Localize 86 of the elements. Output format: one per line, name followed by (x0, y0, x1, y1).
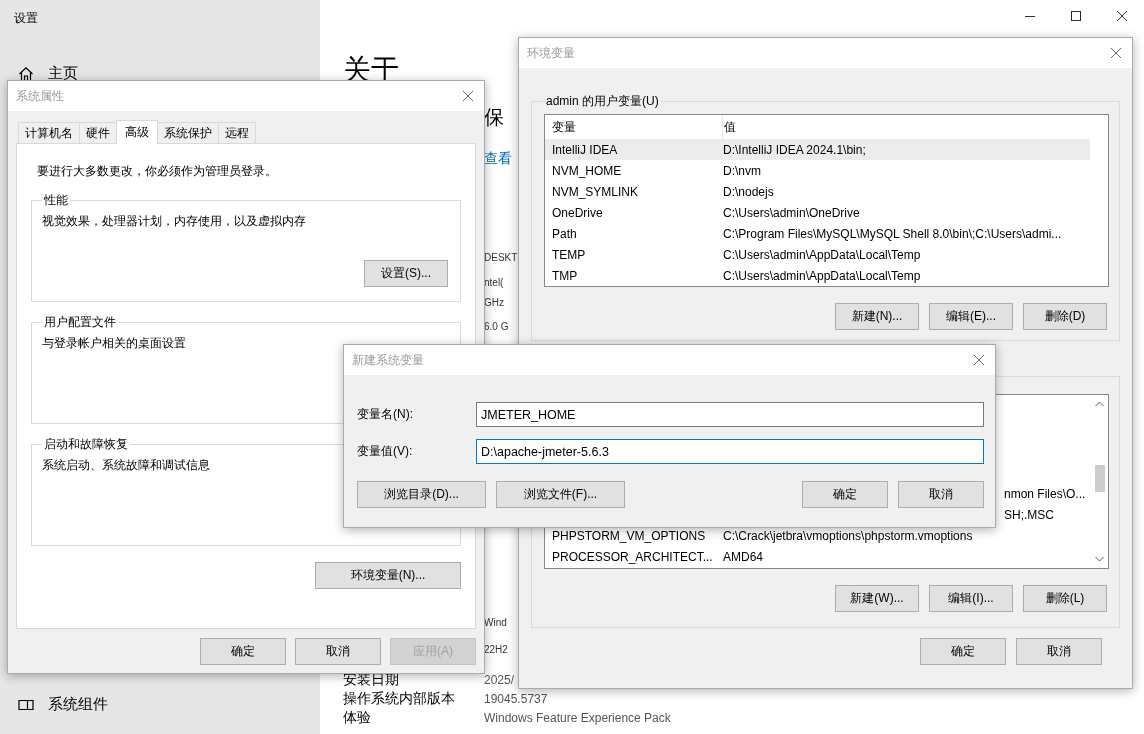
field-label: 变量名(N): (357, 406, 414, 423)
table-cell-text: IntelliJ IDEA (551, 142, 619, 157)
table-cell: C:\Users\admin\AppData\Local\Temp (722, 247, 921, 262)
group-title: admin 的用户变量(U) (545, 93, 660, 110)
group-title: 用户配置文件 (43, 314, 117, 331)
nav-item[interactable]: 系统组件 (18, 695, 320, 714)
dialog-button[interactable]: 确定 (920, 638, 1006, 665)
list-row[interactable]: Path C:\Program Files\MySQL\MySQL Shell 8.0\bin\;C:\Users\admi... (545, 223, 1108, 244)
environment-variables-button[interactable]: 环境变量(N)... (315, 562, 461, 589)
info-text: 22H2 (484, 643, 508, 657)
info-text: ntel( (484, 276, 504, 290)
list-row[interactable]: PHPSTORM_VM_OPTIONS C:\Crack\jetbra\vmoptions\phpstorm.vmoptions (545, 525, 1091, 546)
table-cell: C:\Crack\jetbra\vmoptions\phpstorm.vmoptions (722, 528, 973, 543)
close-icon[interactable] (462, 90, 474, 102)
info-label: 体验 (343, 708, 372, 727)
table-cell: C:\Users\admin\AppData\Local\Temp (722, 268, 921, 283)
window-title: 设置 (14, 10, 39, 27)
list-row[interactable]: NVM_HOME D:\nvm (545, 160, 1108, 181)
group-title: 性能 (43, 192, 69, 209)
info-label: 操作系统内部版本 (343, 689, 456, 708)
list-row[interactable]: TMP C:\Users\admin\AppData\Local\Temp (545, 265, 1108, 286)
table-cell-text: NVM_SYMLINK (551, 184, 640, 199)
table-cell: C:\Users\admin\OneDrive (722, 205, 860, 220)
list-button[interactable]: 删除(D) (1023, 303, 1107, 330)
tab[interactable]: 远程 (218, 122, 256, 144)
list-row[interactable]: OneDrive C:\Users\admin\OneDrive (545, 202, 1108, 223)
list-button[interactable]: 删除(L) (1023, 585, 1107, 612)
dialog-button[interactable]: 确定 (200, 638, 286, 665)
column-header[interactable]: 值 (723, 115, 736, 139)
list-row[interactable]: PROCESSOR_ARCHITECT... AMD64 (545, 546, 1091, 567)
info-value: 2025/ (484, 672, 515, 687)
info-text: 6.0 G (484, 320, 509, 334)
info-value: 19045.5737 (484, 691, 548, 706)
list-row[interactable]: NVM_SYMLINK D:\nodejs (545, 181, 1108, 202)
settings-button[interactable]: 设置(S)... (364, 260, 448, 287)
nav-item[interactable]: 主页 (18, 64, 320, 83)
browse-button[interactable]: 浏览目录(D)... (357, 481, 486, 508)
group-text: 系统启动、系统故障和调试信息 (42, 457, 211, 474)
close-icon[interactable] (1110, 47, 1122, 59)
info-value: Windows Feature Experience Pack (484, 710, 671, 725)
close-icon[interactable] (973, 354, 985, 366)
tab[interactable]: 高级 (116, 120, 158, 144)
window-title: 系统属性 (16, 87, 64, 105)
table-cell: AMD64 (722, 549, 763, 564)
dialog-button[interactable]: 取消 (898, 481, 984, 508)
list-row[interactable]: IntelliJ IDEA D:\IntelliJ IDEA 2024.1\bin; (545, 139, 1090, 160)
list-button[interactable]: 新建(W)... (835, 585, 919, 612)
dialog-button[interactable]: 取消 (1016, 638, 1102, 665)
close-icon[interactable] (1116, 10, 1128, 22)
group-title: 启动和故障恢复 (43, 436, 129, 453)
field-label: 变量值(V): (357, 443, 414, 460)
home-icon (18, 65, 34, 82)
link[interactable]: 查看 (484, 149, 512, 167)
window-title: 新建系统变量 (352, 351, 424, 369)
table-cell: D:\IntelliJ IDEA 2024.1\bin; (722, 142, 866, 157)
table-cell-text: OneDrive (551, 205, 604, 220)
table-cell: D:\nvm (722, 163, 761, 178)
table-cell-text: Path (551, 226, 578, 241)
list-row[interactable]: TEMP C:\Users\admin\AppData\Local\Temp (545, 244, 1108, 265)
table-cell: D:\nodejs (722, 184, 774, 199)
dialog-button[interactable]: 确定 (802, 481, 888, 508)
group-text: 视觉效果，处理器计划，内存使用，以及虚拟内存 (42, 213, 307, 230)
browse-button[interactable]: 浏览文件(F)... (496, 481, 625, 508)
note-text: 要进行大多数更改，你必须作为管理员登录。 (37, 163, 278, 180)
table-cell-text: TEMP (551, 247, 587, 262)
table-cell-text: PROCESSOR_ARCHITECT... (551, 549, 714, 564)
list-button[interactable]: 编辑(E)... (929, 303, 1013, 330)
tab[interactable]: 计算机名 (18, 122, 80, 144)
input-field[interactable]: JMETER_HOME (476, 402, 984, 427)
info-text: GHz (484, 296, 504, 310)
group-text: 与登录帐户相关的桌面设置 (42, 335, 187, 352)
info-text: DESKT (484, 251, 518, 265)
table-cell: SH;.MSC (1004, 507, 1054, 522)
table-cell-text: NVM_HOME (551, 163, 623, 178)
maximize-icon[interactable] (1070, 10, 1082, 22)
table-cell-text: PHPSTORM_VM_OPTIONS (551, 528, 707, 543)
info-text: 保 (484, 105, 504, 129)
dialog-button[interactable]: 取消 (295, 638, 381, 665)
scrollbar-thumb[interactable] (1094, 465, 1105, 492)
list-button[interactable]: 编辑(I)... (929, 585, 1013, 612)
list-button[interactable]: 新建(N)... (835, 303, 919, 330)
window-title: 环境变量 (527, 44, 575, 62)
table-cell: C:\Program Files\MySQL\MySQL Shell 8.0\bin\;C:\Users\admi... (722, 226, 1062, 241)
info-text: Wind (484, 616, 507, 630)
table-cell-text: TMP (551, 268, 579, 283)
input-field[interactable]: D:\apache-jmeter-5.6.3 (476, 439, 984, 464)
